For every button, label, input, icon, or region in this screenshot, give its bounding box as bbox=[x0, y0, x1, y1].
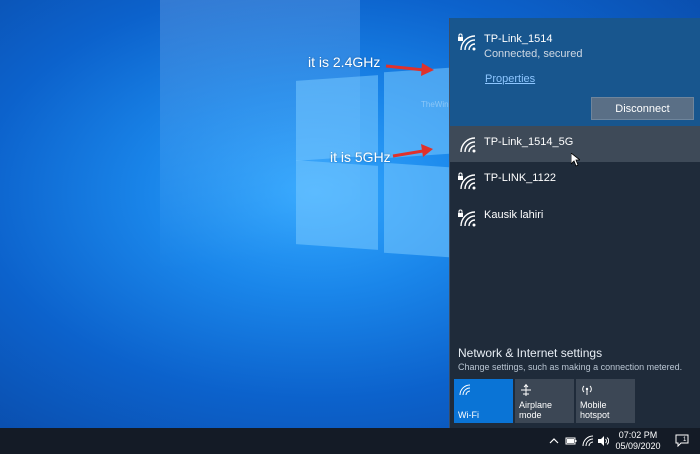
clock-time: 07:02 PM bbox=[618, 430, 658, 440]
clock[interactable]: 07:02 PM 05/09/2020 bbox=[613, 430, 663, 452]
properties-link[interactable]: Properties bbox=[485, 73, 535, 85]
windows-logo-pane bbox=[296, 75, 378, 161]
network-name: TP-LINK_1122 bbox=[484, 172, 556, 184]
arrow-icon bbox=[385, 63, 434, 76]
network-item-connected[interactable]: TP-Link_1514 Connected, secured Properti… bbox=[450, 18, 700, 126]
mouse-cursor bbox=[571, 153, 580, 167]
network-flyout: TP-Link_1514 Connected, secured Properti… bbox=[449, 18, 700, 428]
notification-count: 1 bbox=[683, 437, 687, 443]
wifi-icon bbox=[460, 137, 476, 153]
network-item[interactable]: Kausik lahiri bbox=[450, 200, 700, 238]
airplane-mode-toggle[interactable]: Airplane mode bbox=[515, 379, 574, 423]
network-name: TP-Link_1514_5G bbox=[484, 136, 574, 148]
mobile-hotspot-label: Mobile hotspot bbox=[580, 400, 610, 420]
secured-wifi-icon bbox=[458, 33, 476, 51]
network-item[interactable]: TP-LINK_1122 bbox=[450, 162, 700, 200]
network-settings-description: Change settings, such as making a connec… bbox=[458, 362, 683, 372]
battery-icon[interactable] bbox=[565, 435, 577, 447]
wifi-toggle[interactable]: Wi-Fi bbox=[454, 379, 513, 423]
network-name: TP-Link_1514 bbox=[484, 33, 553, 45]
network-status: Connected, secured bbox=[484, 48, 583, 60]
network-name: Kausik lahiri bbox=[484, 209, 544, 221]
windows-logo-pane bbox=[384, 162, 449, 258]
wifi-icon[interactable] bbox=[582, 435, 594, 447]
wifi-icon bbox=[459, 384, 471, 396]
arrow-icon bbox=[392, 144, 433, 158]
network-settings-link[interactable]: Network & Internet settings bbox=[458, 346, 602, 360]
secured-wifi-icon bbox=[458, 209, 476, 227]
disconnect-button[interactable]: Disconnect bbox=[591, 97, 694, 120]
airplane-icon bbox=[521, 384, 531, 396]
clock-date: 05/09/2020 bbox=[615, 441, 661, 451]
notification-center-icon[interactable]: 1 bbox=[675, 434, 689, 447]
windows-logo-pane bbox=[296, 160, 378, 250]
annotation-24ghz: it is 2.4GHz bbox=[308, 54, 381, 70]
volume-icon[interactable] bbox=[597, 435, 609, 447]
annotation-5ghz: it is 5GHz bbox=[330, 149, 391, 165]
mobile-hotspot-toggle[interactable]: Mobile hotspot bbox=[576, 379, 635, 423]
chevron-up-icon[interactable] bbox=[548, 435, 560, 447]
taskbar: 07:02 PM 05/09/2020 1 bbox=[0, 428, 700, 454]
airplane-mode-label: Airplane mode bbox=[519, 400, 553, 420]
secured-wifi-icon bbox=[458, 172, 476, 190]
hotspot-icon bbox=[582, 385, 592, 395]
wifi-toggle-label: Wi-Fi bbox=[458, 410, 479, 420]
